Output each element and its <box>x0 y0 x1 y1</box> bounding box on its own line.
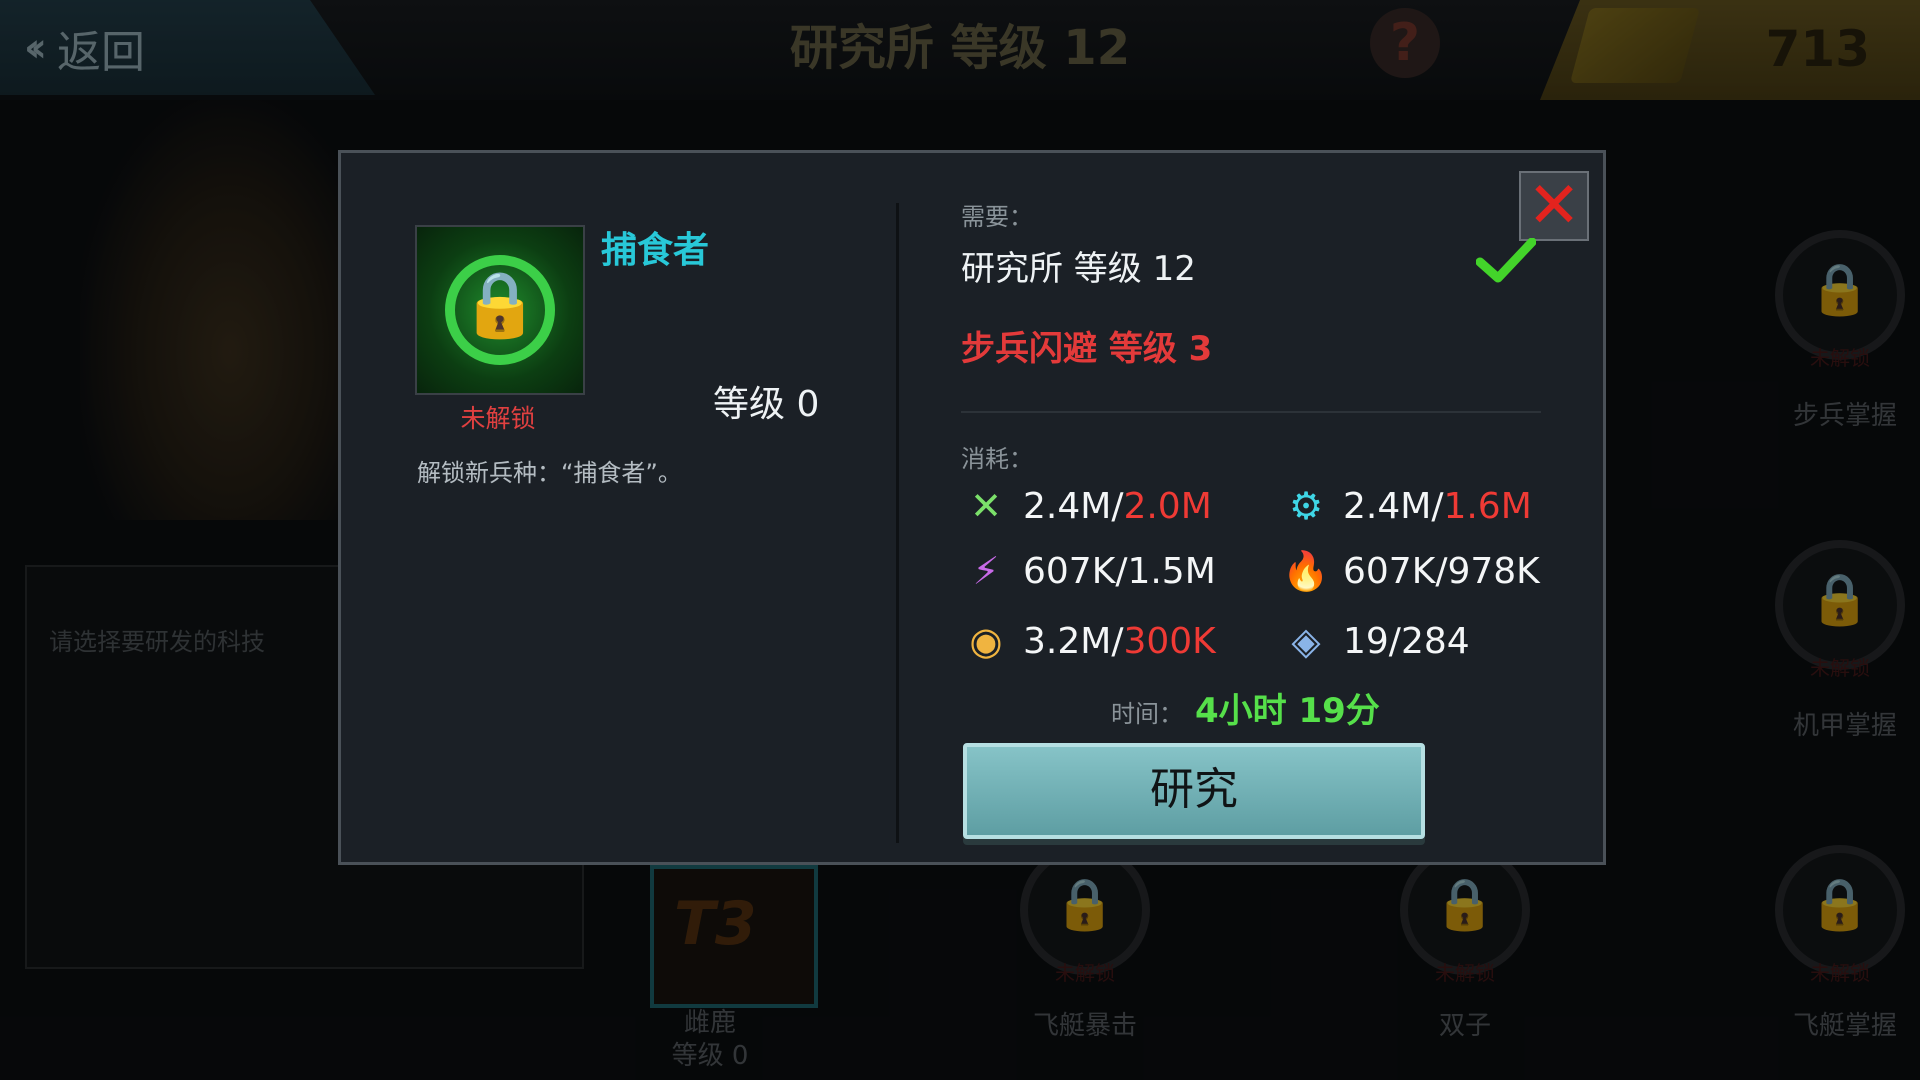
time-value: 4小时 19分 <box>1195 691 1380 731</box>
requirement-met: 研究所 等级 12 <box>961 249 1196 289</box>
coin-icon: ◉ <box>969 619 1003 663</box>
resource-need: 300K <box>1123 620 1216 662</box>
unlock-status: 未解锁 <box>460 404 536 433</box>
checkmark-icon <box>1476 238 1536 283</box>
time-label: 时间： <box>1111 700 1183 728</box>
resource-need: 1.5M <box>1127 550 1216 592</box>
crystal-icon: ◈ <box>1291 619 1321 663</box>
resource-have: 2.4M/ <box>1343 485 1444 527</box>
research-time: 时间： 4小时 19分 <box>1111 683 1380 732</box>
tech-level: 等级 0 <box>713 384 820 425</box>
resource-need: 284 <box>1400 620 1470 662</box>
gear-icon: ⚙ <box>1288 484 1324 528</box>
resource-food: ✕ 2.4M/ 2.0M <box>961 478 1212 534</box>
research-dialog: ✕ 🔒 未解锁 捕食者 等级 0 解锁新兵种：“捕食者”。 需要： 研究所 等级… <box>338 150 1606 865</box>
tech-lock-icon: 🔒 <box>415 225 585 395</box>
resource-coin: ◉ 3.2M/ 300K <box>961 613 1216 669</box>
resource-have: 3.2M/ <box>1023 620 1124 662</box>
resource-need: 1.6M <box>1443 485 1532 527</box>
research-button[interactable]: 研究 <box>963 743 1425 839</box>
resource-fuel: 🔥 607K/ 978K <box>1281 543 1540 599</box>
section-divider <box>961 411 1541 413</box>
close-button[interactable]: ✕ <box>1519 171 1589 241</box>
fire-icon: 🔥 <box>1282 548 1330 593</box>
resource-gear: ⚙ 2.4M/ 1.6M <box>1281 478 1532 534</box>
requirements-label: 需要： <box>961 203 1033 231</box>
tech-description: 解锁新兵种：“捕食者”。 <box>417 459 682 487</box>
padlock-icon: 🔒 <box>460 268 540 342</box>
divider <box>896 203 899 843</box>
cost-label: 消耗： <box>961 445 1033 473</box>
resource-have: 607K/ <box>1343 550 1448 592</box>
resource-crystal: ◈ 19/ 284 <box>1281 613 1470 669</box>
resource-need: 2.0M <box>1123 485 1212 527</box>
resource-have: 607K/ <box>1023 550 1128 592</box>
resource-energy: ⚡ 607K/ 1.5M <box>961 543 1216 599</box>
food-icon: ✕ <box>970 484 1002 528</box>
tech-name: 捕食者 <box>601 230 710 271</box>
resource-have: 19/ <box>1343 620 1401 662</box>
lightning-icon: ⚡ <box>972 549 1000 593</box>
resource-have: 2.4M/ <box>1023 485 1124 527</box>
requirement-unmet: 步兵闪避 等级 3 <box>961 329 1213 369</box>
resource-need: 978K <box>1447 550 1540 592</box>
